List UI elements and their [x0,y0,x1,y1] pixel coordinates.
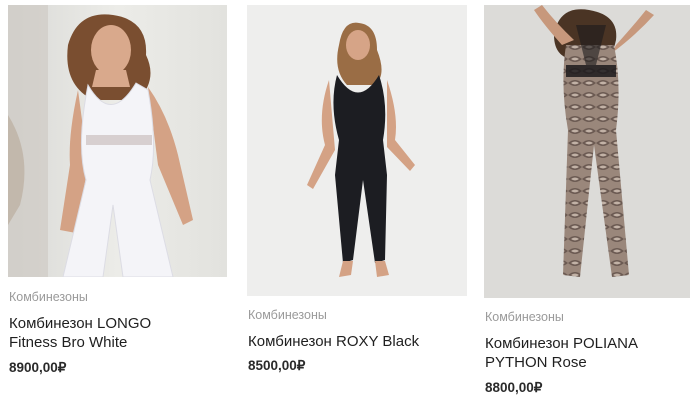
product-card-poliana[interactable]: Комбинезоны Комбинезон POLIANA PYTHON Ro… [478,0,690,418]
product-image-roxy[interactable] [247,5,467,296]
product-title-line1: Комбинезон POLIANA [485,335,639,352]
product-title-line2: PYTHON Rose [485,354,587,371]
product-title-line2: Fitness Bro White [9,334,128,351]
black-jumpsuit-photo [247,5,467,296]
product-title[interactable]: Комбинезон LONGO Fitness Bro White [9,314,224,352]
white-jumpsuit-photo [8,5,227,277]
product-category[interactable]: Комбинезоны [248,308,327,322]
product-price: 8800,00₽ [485,380,543,395]
product-title-line1: Комбинезон ROXY Black [248,333,420,350]
product-title-line1: Комбинезон LONGO [9,315,152,332]
python-print-jumpsuit-photo [484,5,690,298]
product-title[interactable]: Комбинезон ROXY Black [248,332,468,351]
product-image-longo[interactable] [8,5,227,277]
product-price: 8500,00₽ [248,358,306,373]
product-card-roxy[interactable]: Комбинезоны Комбинезон ROXY Black 8500,0… [240,0,470,418]
product-price: 8900,00₽ [9,360,67,375]
product-image-poliana[interactable] [484,5,690,298]
product-card-longo[interactable]: Комбинезоны Комбинезон LONGO Fitness Bro… [0,0,230,418]
product-title[interactable]: Комбинезон POLIANA PYTHON Rose [485,334,685,372]
product-category[interactable]: Комбинезоны [9,290,88,304]
product-category[interactable]: Комбинезоны [485,310,564,324]
